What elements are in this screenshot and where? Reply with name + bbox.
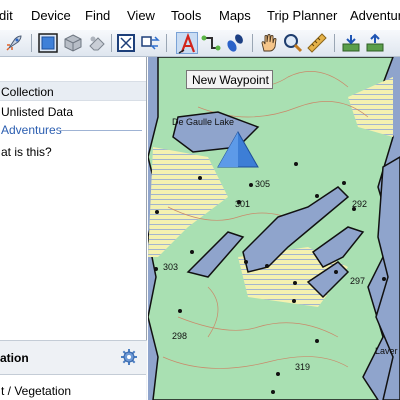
list-item-collection[interactable]: Collection — [0, 81, 146, 101]
menu-device[interactable]: Device — [31, 8, 71, 23]
menu-view[interactable]: View — [127, 8, 155, 23]
toolbar-separator — [166, 34, 167, 52]
send-to-device-icon[interactable] — [364, 32, 386, 54]
map-label-elevation: 298 — [172, 331, 187, 341]
eraser-icon[interactable] — [86, 32, 108, 54]
new-waypoint-icon[interactable] — [176, 32, 198, 54]
map-label-elevation: 297 — [350, 276, 365, 286]
map-label-lake: De Gaulle Lake — [172, 117, 234, 127]
cube-icon[interactable] — [62, 32, 84, 54]
panel-title: ation — [0, 351, 29, 365]
fit-window-icon[interactable] — [115, 32, 137, 54]
select-box-icon[interactable] — [37, 32, 59, 54]
list-item-label: Unlisted Data — [1, 105, 74, 119]
toolbar-separator — [31, 34, 32, 52]
map-view[interactable]: De Gaulle Lake 305 301 292 303 297 298 3… — [148, 57, 400, 400]
menu-maps[interactable]: Maps — [219, 8, 251, 23]
pan-hand-icon[interactable] — [258, 32, 280, 54]
menu-find[interactable]: Find — [85, 8, 110, 23]
track-icon[interactable] — [224, 32, 246, 54]
menu-bar: dit Device Find View Tools Maps Trip Pla… — [0, 0, 400, 30]
tooltip-text: New Waypoint — [192, 73, 269, 87]
section-divider — [57, 130, 142, 131]
list-item-label: at is this? — [1, 145, 52, 159]
map-label-elevation: 292 — [352, 199, 367, 209]
toolbar-separator — [111, 34, 112, 52]
measure-icon[interactable] — [306, 32, 328, 54]
map-label-elevation: 301 — [235, 199, 250, 209]
list-item-unlisted-data[interactable]: Unlisted Data — [0, 102, 146, 122]
map-label-place: Laver — [375, 346, 398, 356]
toolbar — [0, 30, 400, 57]
map-label-elevation: 305 — [255, 179, 270, 189]
swap-icon[interactable] — [139, 32, 161, 54]
information-panel: ation t / Vegetation — [0, 340, 147, 400]
menu-edit[interactable]: dit — [0, 8, 13, 23]
menu-adventures[interactable]: Adventur — [350, 8, 400, 23]
map-label-elevation: 303 — [163, 262, 178, 272]
list-item-what-is-this[interactable]: at is this? — [0, 142, 146, 162]
gear-icon[interactable] — [121, 349, 137, 365]
zoom-icon[interactable] — [282, 32, 304, 54]
section-header-label: Adventures — [1, 123, 62, 137]
panel-content: t / Vegetation — [0, 374, 146, 400]
menu-tools[interactable]: Tools — [171, 8, 201, 23]
panel-item: t / Vegetation — [1, 384, 72, 398]
toolbar-separator — [334, 34, 335, 52]
route-icon[interactable] — [200, 32, 222, 54]
receive-from-device-icon[interactable] — [340, 32, 362, 54]
map-label-elevation: 319 — [295, 362, 310, 372]
toolbar-separator — [252, 34, 253, 52]
rocket-icon[interactable] — [3, 32, 25, 54]
list-item-label: Collection — [1, 85, 54, 99]
tooltip: New Waypoint — [186, 70, 273, 89]
section-header-adventures[interactable]: Adventures — [0, 120, 146, 140]
menu-trip-planner[interactable]: Trip Planner — [267, 8, 337, 23]
